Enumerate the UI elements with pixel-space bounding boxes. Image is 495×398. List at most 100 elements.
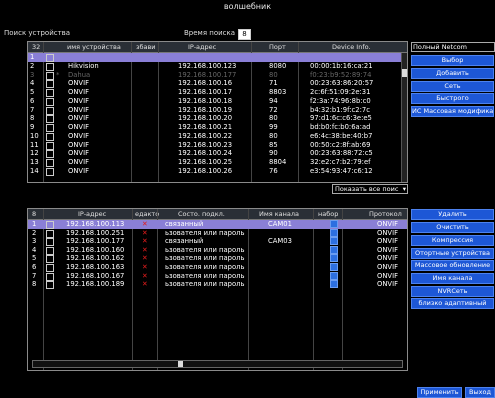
device-search-scrollbar[interactable] [401, 53, 407, 182]
device-info: 00:50:c2:8f:ab:69 [310, 140, 371, 149]
add-button[interactable]: Добавить [411, 68, 494, 79]
device-name: ONVIF [68, 166, 89, 175]
delete-x-icon[interactable]: ✕ [142, 254, 148, 263]
device-port: 94 [269, 96, 278, 105]
added-device-row[interactable]: 8 192.168.100.189 ✕ ьзователя или пароль ONV… [28, 280, 407, 290]
search-time-input[interactable]: 8 [238, 29, 251, 40]
device-search-row[interactable]: 1 [28, 53, 407, 62]
row-number: 11 [30, 140, 39, 149]
row-number: 3 [32, 237, 37, 246]
protocol-select[interactable]: Полный Netcom [411, 42, 495, 52]
horizontal-scrollbar[interactable] [32, 360, 403, 368]
device-info: 32:e2:c7:b2:79:ef [310, 158, 371, 166]
device-ip: 192.168.100.16 [178, 79, 233, 88]
delete-x-icon[interactable]: ✕ [142, 272, 148, 281]
adaptive-button[interactable]: близко адаптивный [411, 298, 494, 309]
added-device-row[interactable]: 7 192.168.100.167 ✕ ьзователя или пароль ONV… [28, 271, 407, 281]
nvr-network-button[interactable]: NVRСеть [411, 286, 494, 297]
network-button[interactable]: Сеть [411, 81, 494, 92]
device-port: 76 [269, 166, 278, 175]
added-devices-table: 8 IP-адрес едакто Состо. подкл. Имя кана… [27, 208, 408, 371]
compression-button[interactable]: Компрессия [411, 235, 494, 246]
header-count: 8 [32, 210, 37, 218]
device-search-row[interactable]: 2 Hikvision 192.168.100.123 8080 00:00:1b:16… [28, 62, 407, 71]
device-ip: 192.168.100.17 [178, 88, 233, 96]
delete-x-icon[interactable]: ✕ [142, 263, 148, 272]
added-device-row[interactable]: 2 192.168.100.251 ✕ ьзователя или пароль ONV… [28, 228, 407, 238]
batch-upgrade-button[interactable]: Массовое обновление [411, 260, 494, 271]
device-port: 8080 [269, 61, 287, 70]
device-ip: 192.168.100.167 [66, 271, 125, 280]
header-device-info: Device Info. [332, 43, 371, 51]
clear-button[interactable]: Очистить [411, 222, 494, 233]
header-count: 32 [32, 43, 41, 51]
device-info: bd:b0:fc:b0:6a:ad [310, 123, 371, 131]
device-port: 80 [269, 70, 278, 79]
row-number: 6 [32, 263, 37, 271]
device-protocol: ONVIF [377, 220, 398, 228]
delete-x-icon[interactable]: ✕ [142, 246, 148, 255]
device-name: ONVIF [68, 123, 89, 131]
device-info: 97:d1:6c:c6:3e:e5 [310, 114, 372, 123]
added-device-row[interactable]: 4 192.168.100.160 ✕ ьзователя или пароль ONV… [28, 245, 407, 255]
show-all-dropdown[interactable]: Показать все поис ▾ [332, 184, 408, 194]
header-col3: збави [136, 43, 156, 51]
row-number: 5 [32, 254, 37, 263]
connection-status: ьзователя или пароль [165, 263, 245, 271]
export-devices-button[interactable]: Отортные устройства [411, 248, 494, 259]
batch-modify-button[interactable]: ИС Массовая модифика [411, 106, 494, 117]
device-search-row[interactable]: 12 ONVIF 192.168.100.24 90 00:23:63:88:72:c5 [28, 149, 407, 159]
row-mark: * [56, 70, 60, 79]
device-search-row[interactable]: 8 ONVIF 192.168.100.20 80 97:d1:6c:c6:3e:e5 [28, 114, 407, 124]
device-search-row[interactable]: 7 ONVIF 192.168.100.19 72 b4:32:b1:9f:c2:7c [28, 106, 407, 115]
device-protocol: ONVIF [377, 254, 398, 263]
channel-name: CAM01 [268, 220, 292, 228]
connection-status: ьзователя или пароль [165, 228, 245, 237]
device-search-row[interactable]: 3 * Dahua 192.168.100.177 80 f0:23:b9:52:89:7… [28, 71, 407, 80]
device-search-header: 32 имя устройства збави IP-адрес Порт De… [28, 42, 407, 53]
select-button[interactable]: Выбор [411, 55, 494, 66]
apply-button[interactable]: Применить [417, 387, 462, 398]
device-ip: 192.168.100.21 [178, 123, 233, 131]
row-number: 4 [30, 79, 35, 88]
added-device-row[interactable]: 1 192.168.100.113 ✕ связанный CAM01 ONVIF [28, 220, 407, 229]
device-port: 85 [269, 140, 278, 149]
device-name: ONVIF [68, 88, 89, 96]
device-search-row[interactable]: 9 ONVIF 192.168.100.21 99 bd:b0:fc:b0:6a:ad [28, 123, 407, 132]
device-name: ONVIF [68, 140, 89, 149]
row-checkbox[interactable] [46, 167, 54, 176]
device-search-row[interactable]: 13 ONVIF 192.168.100.25 8804 32:e2:c7:b2:79:… [28, 158, 407, 167]
device-port: 99 [269, 123, 278, 131]
device-port: 90 [269, 149, 278, 158]
device-search-row[interactable]: 5 ONVIF 192.168.100.17 8803 2c:6f:51:09:2e:3… [28, 88, 407, 97]
row-number: 6 [30, 96, 35, 105]
delete-x-icon[interactable]: ✕ [142, 229, 148, 238]
device-ip: 192.168.100.177 [66, 237, 125, 246]
device-search-row[interactable]: 10 ONVIF 192.168.100.22 80 e6:4c:38:be:40:b7 [28, 132, 407, 141]
added-device-row[interactable]: 3 192.168.100.177 ✕ связанный CAM03 ONVIF [28, 237, 407, 247]
connection-status: связанный [165, 237, 204, 246]
device-info: 00:00:1b:16:ca:21 [310, 61, 373, 70]
device-search-row[interactable]: 14 ONVIF 192.168.100.26 76 e3:54:93:47:c6:12 [28, 167, 407, 176]
delete-x-icon[interactable]: ✕ [142, 220, 148, 229]
row-number: 5 [30, 88, 35, 96]
device-info: 00:23:63:86:20:57 [310, 79, 374, 88]
device-search-row[interactable]: 4 ONVIF 192.168.100.16 71 00:23:63:86:20:57 [28, 79, 407, 89]
added-device-row[interactable]: 5 192.168.100.162 ✕ ьзователя или пароль ONV… [28, 254, 407, 264]
channel-name-button[interactable]: Имя канала [411, 273, 494, 284]
device-ip: 192.168.100.22 [178, 131, 233, 140]
delete-button[interactable]: Удалить [411, 209, 494, 220]
delete-x-icon[interactable]: ✕ [142, 237, 148, 246]
quick-button[interactable]: Быстрого [411, 93, 494, 104]
row-checkbox[interactable] [46, 281, 54, 290]
device-search-row[interactable]: 6 ONVIF 192.168.100.18 94 f2:3a:74:96:8b:c0 [28, 97, 407, 106]
added-device-row[interactable]: 6 192.168.100.163 ✕ ьзователя или пароль ONV… [28, 263, 407, 272]
device-ip: 192.168.100.160 [66, 245, 125, 254]
row-number: 1 [30, 53, 35, 61]
device-protocol: ONVIF [377, 271, 398, 280]
device-ip: 192.168.100.162 [66, 254, 125, 263]
device-name: Hikvision [68, 61, 99, 70]
device-search-row[interactable]: 11 ONVIF 192.168.100.23 85 00:50:c2:8f:ab:69 [28, 141, 407, 150]
delete-x-icon[interactable]: ✕ [142, 280, 148, 289]
exit-button[interactable]: Выход [465, 387, 495, 398]
